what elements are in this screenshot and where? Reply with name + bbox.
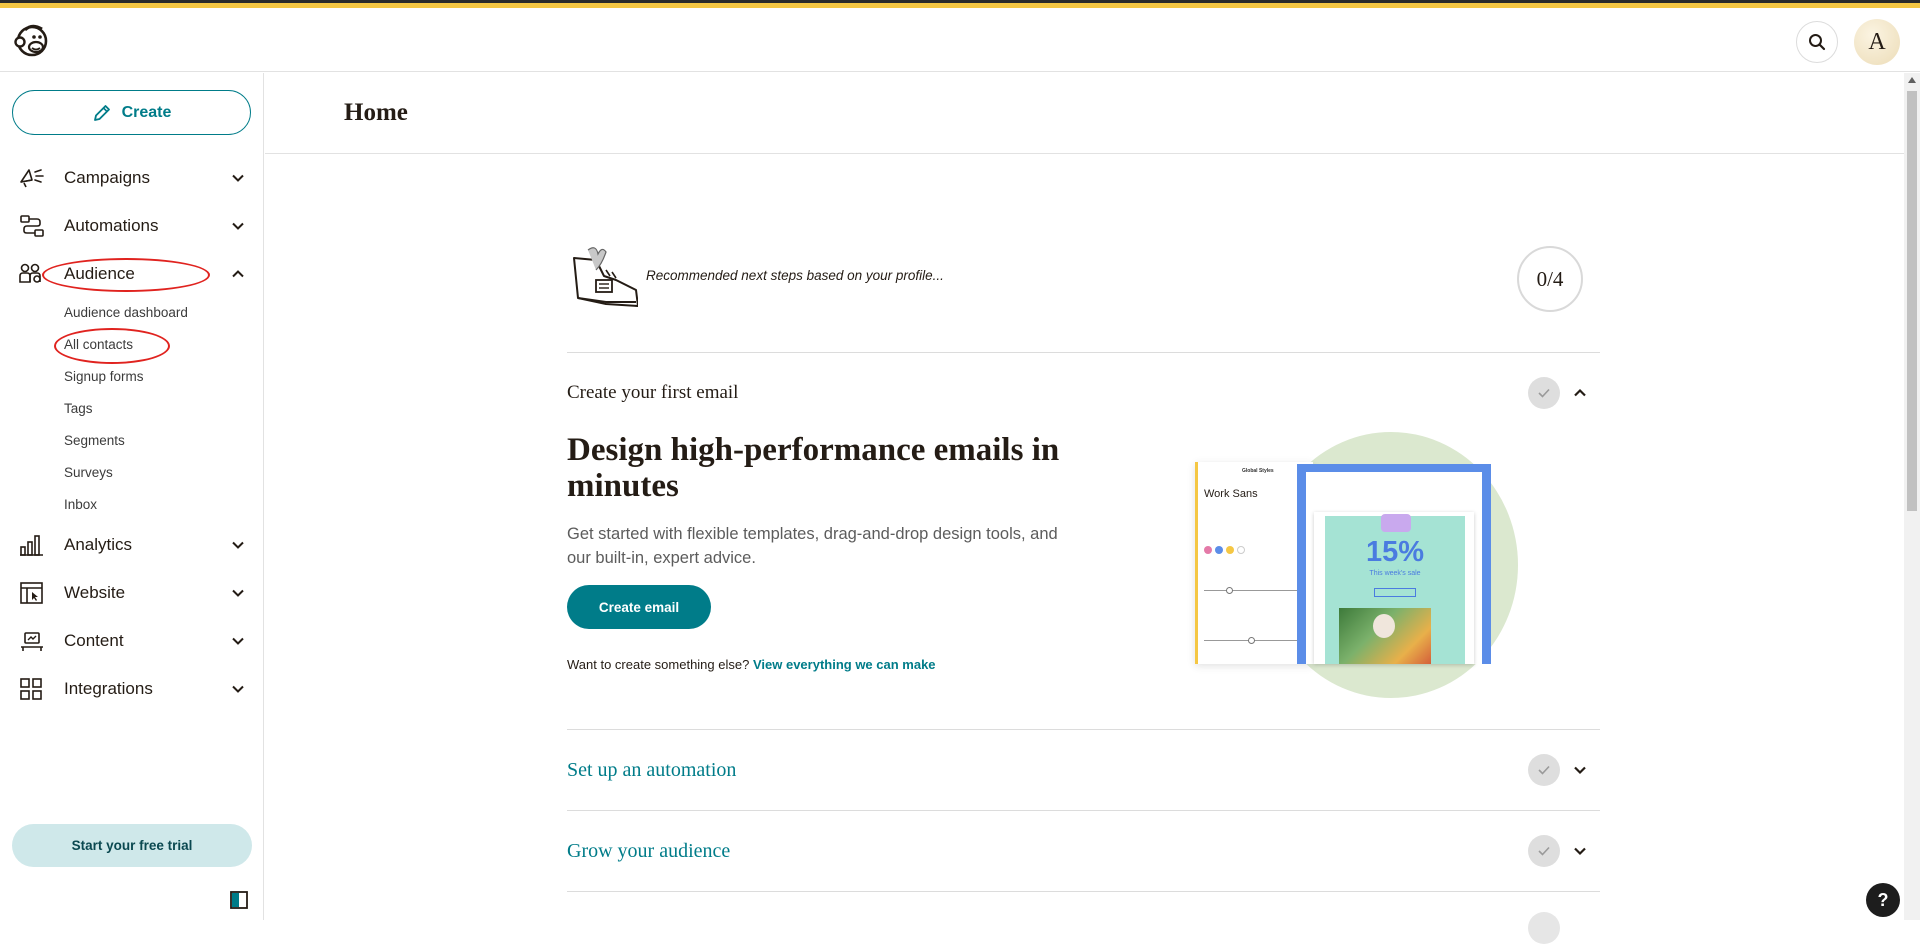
step-status-check: [1528, 754, 1560, 786]
chevron-down-icon: [232, 174, 244, 182]
sidebar-item-label: Automations: [64, 216, 159, 235]
sneaker-illustration-icon: [566, 240, 639, 312]
chevron-down-icon: [232, 589, 244, 597]
chevron-down-icon[interactable]: [1572, 843, 1588, 859]
sidebar-item-analytics[interactable]: Analytics: [0, 525, 264, 565]
sidebar-item-label: Campaigns: [64, 168, 150, 187]
style-panel-mock: Global Styles Work Sans: [1195, 462, 1313, 664]
sidebar-subitem-all-contacts[interactable]: All contacts: [64, 337, 133, 352]
chevron-down-icon: [232, 222, 244, 230]
grid-icon: [18, 675, 46, 703]
chevron-down-icon: [232, 637, 244, 645]
sidebar-item-label: Audience: [64, 264, 135, 283]
step-title-create-email[interactable]: Create your first email: [567, 382, 738, 404]
create-else-line: Want to create something else? View ever…: [567, 657, 936, 672]
sidebar-item-audience[interactable]: Audience: [0, 254, 264, 294]
view-everything-link[interactable]: View everything we can make: [753, 657, 936, 672]
chevron-up-icon[interactable]: [1572, 385, 1588, 401]
email-canvas-mock: 15% This week's sale: [1297, 464, 1491, 664]
top-bar: A: [0, 8, 1920, 72]
sidebar-subitem-audience-dashboard[interactable]: Audience dashboard: [64, 305, 188, 320]
sidebar: Create Campaigns Automations Audience Au…: [0, 73, 264, 920]
step-status-check: [1528, 377, 1560, 409]
scroll-up-icon[interactable]: [1908, 77, 1916, 83]
step-title-grow-audience[interactable]: Grow your audience: [567, 840, 730, 863]
collapse-sidebar-icon[interactable]: [230, 891, 248, 909]
website-icon: [18, 579, 46, 607]
create-button[interactable]: Create: [12, 90, 251, 135]
check-icon: [1538, 846, 1550, 856]
pencil-icon: [93, 104, 110, 121]
step-status-check: [1528, 835, 1560, 867]
account-avatar[interactable]: A: [1854, 19, 1900, 65]
sidebar-item-label: Website: [64, 583, 126, 602]
check-icon: [1538, 388, 1550, 398]
help-button[interactable]: ?: [1866, 883, 1900, 917]
sidebar-item-integrations[interactable]: Integrations: [0, 669, 264, 709]
workflow-icon: [18, 212, 46, 240]
bar-chart-icon: [18, 531, 46, 559]
scrollbar-thumb[interactable]: [1907, 91, 1917, 511]
start-free-trial-button[interactable]: Start your free trial: [12, 824, 252, 867]
megaphone-icon: [18, 164, 46, 192]
sidebar-subitem-surveys[interactable]: Surveys: [64, 465, 113, 480]
chevron-down-icon: [232, 685, 244, 693]
style-panel-title: Global Styles: [1242, 468, 1274, 474]
sidebar-item-campaigns[interactable]: Campaigns: [0, 158, 264, 198]
vertical-scrollbar[interactable]: [1904, 73, 1920, 920]
content-icon: [18, 627, 46, 655]
sidebar-subitem-segments[interactable]: Segments: [64, 433, 125, 448]
sidebar-item-automations[interactable]: Automations: [0, 206, 264, 246]
mailchimp-logo-icon[interactable]: [12, 20, 52, 60]
color-swatches: [1204, 546, 1245, 554]
sidebar-item-content[interactable]: Content: [0, 621, 264, 661]
sidebar-subitem-inbox[interactable]: Inbox: [64, 497, 97, 512]
style-panel-font-name: Work Sans: [1204, 488, 1258, 500]
audience-icon: [18, 260, 46, 288]
create-button-label: Create: [121, 103, 172, 121]
recommendation-text: Recommended next steps based on your pro…: [646, 268, 944, 283]
step-title-setup-automation[interactable]: Set up an automation: [567, 759, 736, 782]
sidebar-item-label: Content: [64, 631, 124, 650]
search-button[interactable]: [1796, 21, 1838, 63]
create-email-button[interactable]: Create email: [567, 585, 711, 629]
preview-discount: 15%: [1365, 536, 1425, 568]
sidebar-subitem-tags[interactable]: Tags: [64, 401, 93, 416]
email-builder-preview: Global Styles Work Sans 15% This week's …: [1180, 430, 1526, 706]
chevron-up-icon: [232, 270, 244, 278]
chevron-down-icon: [232, 541, 244, 549]
divider: [567, 729, 1600, 730]
step-status-check: [1528, 912, 1560, 944]
hero-description: Get started with flexible templates, dra…: [567, 525, 1058, 567]
sidebar-item-label: Analytics: [64, 535, 133, 554]
progress-indicator: 0/4: [1517, 246, 1583, 312]
sidebar-item-label: Integrations: [64, 679, 153, 698]
divider: [567, 891, 1600, 892]
divider: [567, 352, 1600, 353]
divider: [567, 810, 1600, 811]
hero-heading: Design high-performance emails in minute…: [567, 432, 1060, 504]
top-brand-stripe: [0, 0, 1920, 8]
sidebar-item-website[interactable]: Website: [0, 573, 264, 613]
chevron-down-icon[interactable]: [1572, 762, 1588, 778]
search-icon: [1809, 34, 1826, 51]
preview-sale-text: This week's sale: [1369, 570, 1421, 577]
page-header: Home: [265, 73, 1905, 154]
create-else-prompt: Want to create something else?: [567, 657, 750, 672]
sidebar-subitem-signup-forms[interactable]: Signup forms: [64, 369, 144, 384]
check-icon: [1538, 765, 1550, 775]
page-title: Home: [344, 99, 408, 126]
